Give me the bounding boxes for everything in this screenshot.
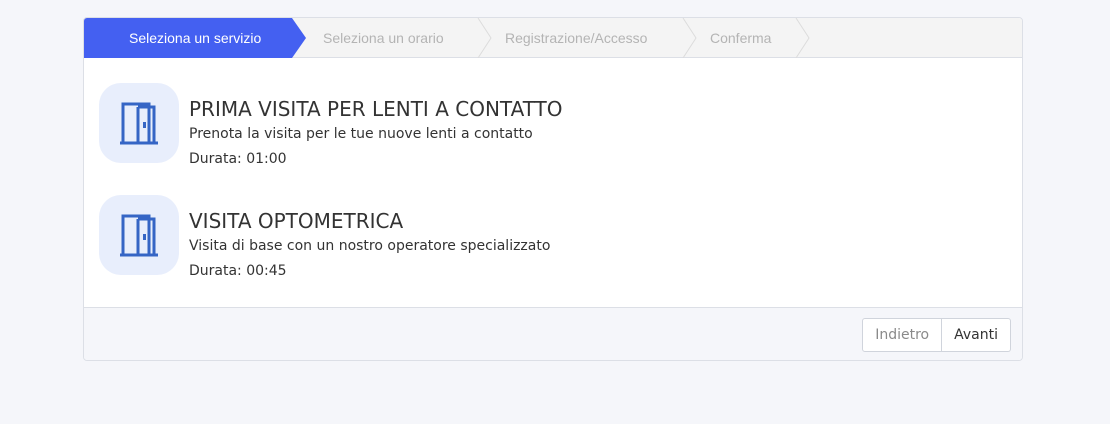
service-description: Prenota la visita per le tue nuove lenti…	[189, 126, 533, 142]
door-icon	[120, 102, 158, 145]
step-select-time[interactable]: Seleziona un orario	[323, 18, 444, 58]
service-duration: Durata: 00:45	[189, 263, 287, 279]
step-separator-icon	[795, 18, 810, 58]
step-confirm[interactable]: Conferma	[710, 18, 771, 58]
navigation-buttons: Indietro Avanti	[862, 318, 1011, 352]
service-details: PRIMA VISITA PER LENTI A CONTATTO Prenot…	[189, 83, 563, 168]
wizard-steps: Seleziona un servizio Seleziona un orari…	[84, 18, 1022, 58]
step-separator-icon	[682, 18, 697, 58]
next-button[interactable]: Avanti	[942, 318, 1011, 352]
service-icon-container	[99, 83, 179, 163]
step-label: Registrazione/Accesso	[505, 30, 648, 46]
service-description: Visita di base con un nostro operatore s…	[189, 238, 551, 254]
booking-panel: Seleziona un servizio Seleziona un orari…	[83, 17, 1023, 361]
door-icon	[120, 214, 158, 257]
step-separator-icon	[477, 18, 492, 58]
step-label: Seleziona un servizio	[129, 30, 262, 46]
service-duration: Durata: 01:00	[189, 151, 287, 167]
step-select-service[interactable]: Seleziona un servizio	[84, 18, 306, 58]
step-label: Seleziona un orario	[323, 30, 444, 46]
service-icon-container	[99, 195, 179, 275]
back-button[interactable]: Indietro	[862, 318, 943, 352]
service-item[interactable]: VISITA OPTOMETRICA Visita di base con un…	[99, 195, 550, 279]
wizard-footer: Indietro Avanti	[84, 307, 1022, 360]
service-title: PRIMA VISITA PER LENTI A CONTATTO	[189, 97, 563, 121]
service-title: VISITA OPTOMETRICA	[189, 209, 404, 233]
step-label: Conferma	[710, 30, 772, 46]
service-details: VISITA OPTOMETRICA Visita di base con un…	[189, 195, 550, 280]
step-registration[interactable]: Registrazione/Accesso	[505, 18, 647, 58]
service-item[interactable]: PRIMA VISITA PER LENTI A CONTATTO Prenot…	[99, 83, 563, 167]
